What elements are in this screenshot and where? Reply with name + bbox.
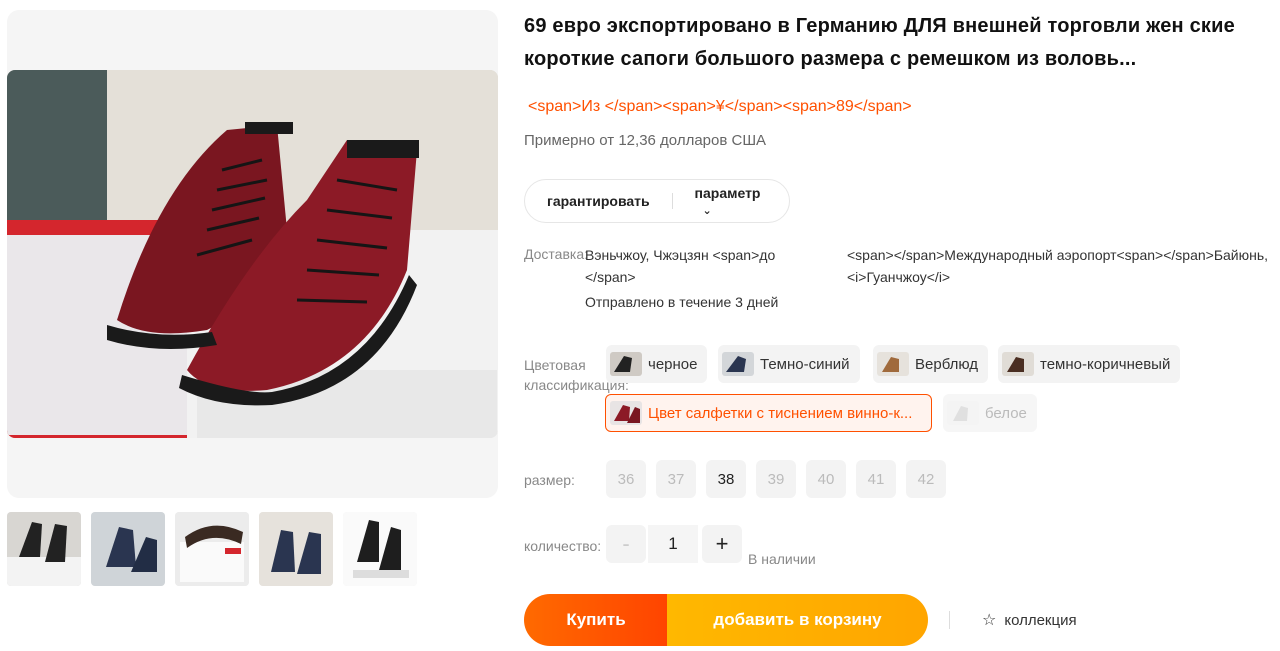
color-swatch-navy xyxy=(722,352,754,376)
stock-status: В наличии xyxy=(748,551,816,567)
approx-price: Примерно от 12,36 долларов США xyxy=(524,132,767,149)
delivery-destination[interactable]: <span></span>Международный аэропорт<span… xyxy=(847,244,1279,288)
color-option-label: черное xyxy=(648,355,698,373)
quantity-increase-button[interactable]: + xyxy=(702,525,742,563)
thumbnail-4[interactable] xyxy=(259,512,333,586)
color-swatch-wine xyxy=(610,401,642,425)
shipping-time: Отправлено в течение 3 дней xyxy=(585,294,779,310)
color-swatch-black xyxy=(610,352,642,376)
color-option-label: Цвет салфетки с тиснением винно-к... xyxy=(648,404,913,422)
color-option-label: белое xyxy=(985,404,1027,422)
color-swatch-camel xyxy=(877,352,909,376)
info-tabs: гарантировать параметр ⌄ xyxy=(524,179,790,223)
thumbnail-3[interactable] xyxy=(175,512,249,586)
params-tab-label: параметр xyxy=(694,185,761,201)
quantity-decrease-button[interactable]: - xyxy=(606,525,646,563)
color-option-camel[interactable]: Верблюд xyxy=(873,345,989,383)
size-option-40: 40 xyxy=(806,460,846,498)
add-to-cart-button[interactable]: добавить в корзину xyxy=(667,594,928,646)
color-swatch-white xyxy=(947,401,979,425)
params-tab[interactable]: параметр ⌄ xyxy=(673,185,789,217)
guarantee-tab[interactable]: гарантировать xyxy=(525,193,672,209)
thumbnail-2[interactable] xyxy=(91,512,165,586)
thumbnail-5[interactable] xyxy=(343,512,417,586)
size-option-38[interactable]: 38 xyxy=(706,460,746,498)
favorite-button[interactable]: ☆ коллекция xyxy=(982,610,1077,630)
delivery-origin-line1: Вэньчжоу, Чжэцзян <span>до xyxy=(585,247,776,263)
color-label: Цветовая классификация: xyxy=(524,357,629,393)
size-option-37: 37 xyxy=(656,460,696,498)
color-option-label: Верблюд xyxy=(915,355,979,373)
product-title: 69 евро экспортировано в Германию ДЛЯ вн… xyxy=(524,15,1235,70)
main-product-image[interactable] xyxy=(7,70,498,438)
color-swatch-dark-brown xyxy=(1002,352,1034,376)
quantity-label: количество: xyxy=(524,538,602,554)
favorite-label: коллекция xyxy=(1004,611,1077,629)
color-option-label: Темно-синий xyxy=(760,355,850,373)
delivery-label: Доставка: xyxy=(524,246,589,262)
color-option-label: темно-коричневый xyxy=(1040,355,1171,373)
size-option-41: 41 xyxy=(856,460,896,498)
color-option-dark-brown[interactable]: темно-коричневый xyxy=(998,345,1181,383)
quantity-input[interactable]: 1 xyxy=(648,525,698,563)
color-option-navy[interactable]: Темно-синий xyxy=(718,345,860,383)
product-price: <span>Из </span><span>¥</span><span>89</… xyxy=(528,98,912,115)
thumbnail-1[interactable] xyxy=(7,512,81,586)
thumbnail-strip xyxy=(7,512,417,586)
color-option-black[interactable]: черное xyxy=(606,345,708,383)
size-option-36: 36 xyxy=(606,460,646,498)
actions-divider xyxy=(949,611,950,629)
main-product-image-area xyxy=(7,10,498,498)
size-label: размер: xyxy=(524,472,575,488)
size-option-42: 42 xyxy=(906,460,946,498)
color-option-white: белое xyxy=(943,394,1037,432)
chevron-down-icon: ⌄ xyxy=(702,205,712,217)
size-option-39: 39 xyxy=(756,460,796,498)
delivery-origin: Вэньчжоу, Чжэцзян <span>до </span> xyxy=(585,244,795,288)
buy-now-button[interactable]: Купить xyxy=(524,594,668,646)
star-icon: ☆ xyxy=(982,612,997,629)
color-option-wine-embossed[interactable]: Цвет салфетки с тиснением винно-к... xyxy=(605,394,932,432)
delivery-origin-line2: </span> xyxy=(585,269,636,285)
